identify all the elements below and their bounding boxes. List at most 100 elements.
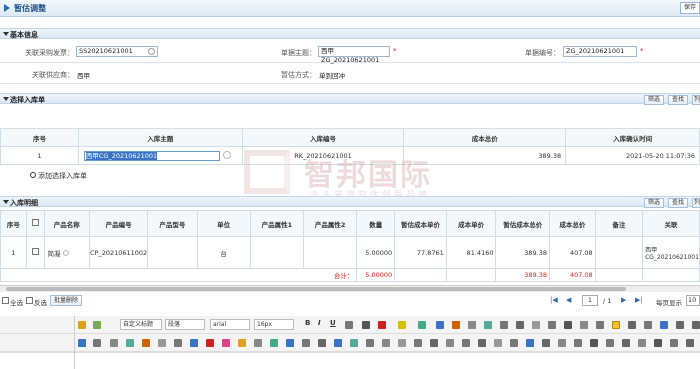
line-height-icon[interactable] <box>644 321 652 329</box>
subject-input[interactable]: 西甲CG_20210621001 <box>83 151 220 161</box>
per-page-select[interactable]: 10 <box>686 295 700 306</box>
cell-qty[interactable]: 5.00000 <box>356 236 396 269</box>
table-icon[interactable] <box>580 321 588 329</box>
delete-table-icon[interactable] <box>494 339 502 347</box>
print-icon[interactable] <box>334 339 342 347</box>
first-page-icon[interactable]: |◀ <box>550 296 558 304</box>
music-icon[interactable] <box>222 339 230 347</box>
webapp-icon[interactable] <box>638 339 646 347</box>
undo-icon[interactable] <box>596 321 604 329</box>
horizontal-scrollbar[interactable] <box>0 285 700 292</box>
remove-icon[interactable] <box>62 249 69 256</box>
insert-col-icon[interactable] <box>414 339 422 347</box>
section-basic-info[interactable]: 基本信息 <box>0 28 700 39</box>
map-icon[interactable] <box>254 339 262 347</box>
checkbox-header[interactable] <box>25 210 45 237</box>
delete-row-icon[interactable] <box>462 339 470 347</box>
format-painter-icon[interactable] <box>418 321 426 329</box>
quote-icon[interactable] <box>532 321 540 329</box>
video-icon[interactable] <box>206 339 214 347</box>
insertframe-icon[interactable] <box>590 339 598 347</box>
remove-icon[interactable] <box>222 151 231 159</box>
search-icon[interactable] <box>148 48 155 55</box>
wordimage-icon[interactable] <box>510 339 518 347</box>
editor-body[interactable] <box>0 352 700 369</box>
insert-row-icon[interactable] <box>398 339 406 347</box>
columns-button[interactable]: 列 <box>692 95 700 105</box>
cell-cost-total[interactable]: 407.08 <box>549 236 596 269</box>
help-icon[interactable] <box>526 339 534 347</box>
bulk-delete-button[interactable]: 批量删除 <box>50 295 82 306</box>
filter-button[interactable]: 筛选 <box>644 95 664 105</box>
collapse-icon[interactable] <box>3 32 9 36</box>
gmap-icon[interactable] <box>654 339 662 347</box>
smile-icon[interactable] <box>238 339 246 347</box>
select-all-checkbox[interactable] <box>2 297 9 304</box>
insertcode-icon[interactable] <box>670 339 678 347</box>
align-center-icon[interactable] <box>676 321 684 329</box>
template-icon[interactable] <box>286 339 294 347</box>
indent-icon[interactable] <box>500 321 508 329</box>
more-icon[interactable] <box>686 339 694 347</box>
last-page-icon[interactable]: ▶| <box>635 296 643 304</box>
paste-icon[interactable] <box>93 321 101 329</box>
font-select[interactable]: arial <box>210 319 250 330</box>
autotypeset-icon[interactable] <box>558 339 566 347</box>
fullscreen-icon[interactable] <box>93 339 101 347</box>
background-icon[interactable] <box>302 339 310 347</box>
drafts-icon[interactable] <box>542 339 550 347</box>
pagebreak-icon[interactable] <box>158 339 166 347</box>
bold-icon[interactable]: B <box>305 319 310 327</box>
split-cells-icon[interactable] <box>446 339 454 347</box>
underline-icon[interactable]: U <box>330 319 336 327</box>
table-row[interactable]: 1 简凝 CP_20210611002 台 5.00000 77.8761 81… <box>0 236 700 269</box>
cell-subject[interactable]: 西甲CG_20210621001 <box>77 146 243 165</box>
link-icon[interactable] <box>436 321 444 329</box>
superscript-icon[interactable] <box>362 321 370 329</box>
search-replace-icon[interactable] <box>366 339 374 347</box>
highlight-icon[interactable] <box>398 321 406 329</box>
search-button[interactable]: 查找 <box>668 198 688 208</box>
code-icon[interactable] <box>548 321 556 329</box>
strikethrough-icon[interactable] <box>345 321 353 329</box>
spechars-icon[interactable] <box>382 339 390 347</box>
collapse-icon[interactable] <box>3 200 9 204</box>
snapscreen-icon[interactable] <box>622 339 630 347</box>
time-icon[interactable] <box>190 339 198 347</box>
rtl-icon[interactable] <box>628 321 636 329</box>
filter-button[interactable]: 筛选 <box>644 198 664 208</box>
invert-checkbox[interactable] <box>26 297 33 304</box>
collapse-icon[interactable] <box>3 97 9 101</box>
outdent-icon[interactable] <box>516 321 524 329</box>
subject-field[interactable]: 西甲ZG_20210621001 <box>318 46 390 64</box>
chart-icon[interactable] <box>318 339 326 347</box>
style-select[interactable]: 自定义标题 <box>120 319 162 330</box>
scrawl-icon[interactable] <box>606 339 614 347</box>
add-inbound-link[interactable]: 添加选择入库单 <box>30 171 87 181</box>
section-inbound[interactable]: 选择入库单 筛选 查找 列 <box>0 93 700 105</box>
cell-remark[interactable] <box>594 236 644 269</box>
columns-button[interactable]: 列 <box>692 198 700 208</box>
font-color-icon[interactable] <box>378 321 386 329</box>
invoice-field[interactable]: SS20210621001 <box>76 46 158 57</box>
list-icon[interactable] <box>484 321 492 329</box>
align-right-icon[interactable] <box>692 321 700 329</box>
number-field[interactable]: ZG_20210621001 <box>563 46 637 57</box>
direction-icon[interactable] <box>612 321 620 329</box>
cell-est-total[interactable]: 389.38 <box>495 236 551 269</box>
prev-page-icon[interactable]: ◀ <box>566 296 571 304</box>
scrollbar-thumb[interactable] <box>6 287 626 291</box>
hr-icon[interactable] <box>564 321 572 329</box>
anchor-icon[interactable] <box>110 339 118 347</box>
align-left-icon[interactable] <box>660 321 668 329</box>
attachment-icon[interactable] <box>270 339 278 347</box>
eraser-icon[interactable] <box>468 321 476 329</box>
save-button[interactable]: 保存 <box>680 2 700 14</box>
size-select[interactable]: 16px <box>254 319 294 330</box>
unlink-icon[interactable] <box>126 339 134 347</box>
source-icon[interactable] <box>78 321 86 329</box>
page-input[interactable]: 1 <box>582 295 598 306</box>
delete-col-icon[interactable] <box>478 339 486 347</box>
cell-cost-price[interactable]: 81.4160 <box>445 236 497 269</box>
merge-cells-icon[interactable] <box>430 339 438 347</box>
